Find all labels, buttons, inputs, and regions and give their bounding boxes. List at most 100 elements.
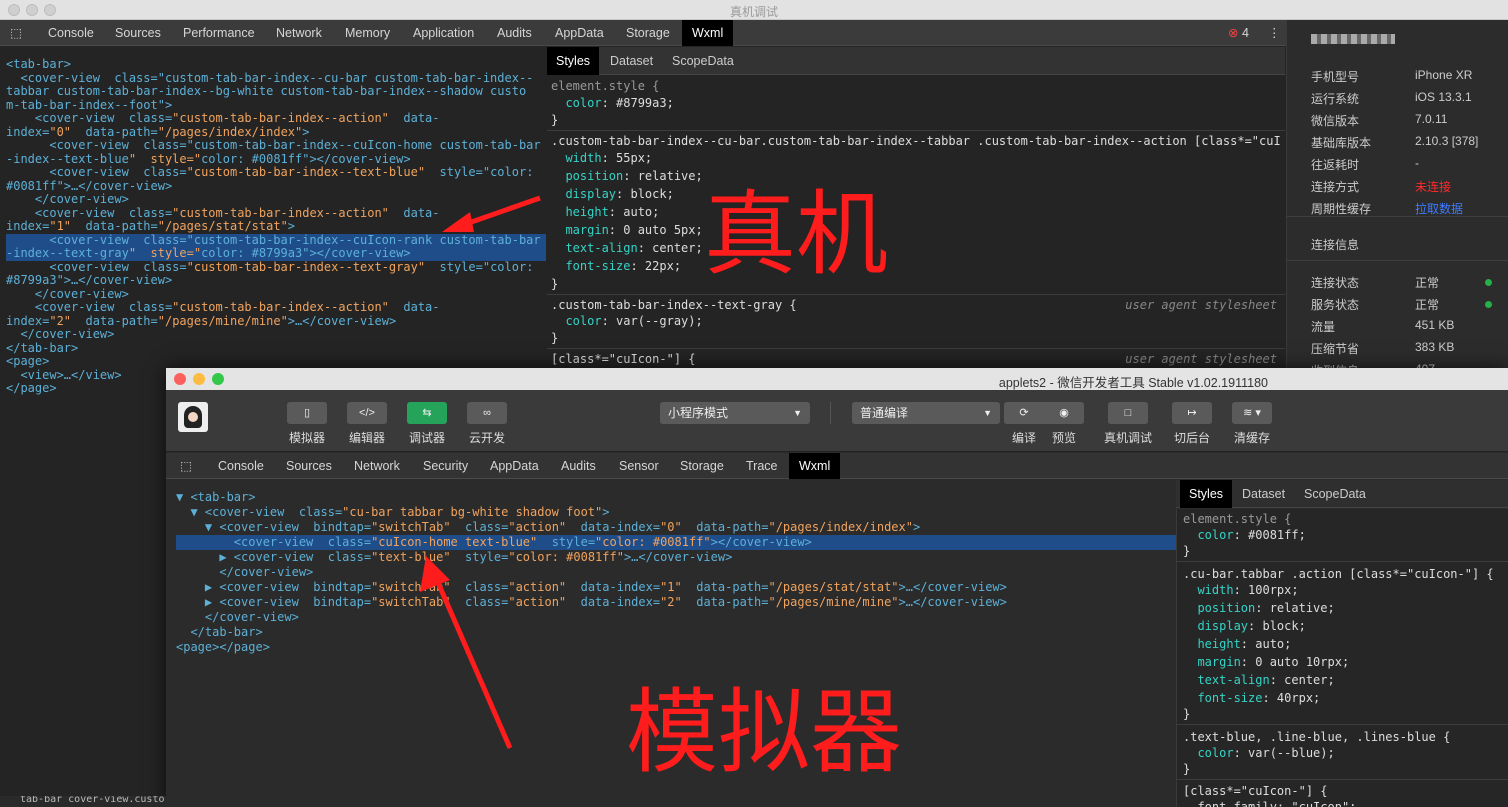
subtab-dataset[interactable]: Dataset <box>610 47 653 75</box>
tree-node[interactable]: -index--text-gray" style="color: #8799a3… <box>6 246 546 261</box>
avatar[interactable] <box>178 402 208 432</box>
tree-node[interactable]: <cover-view class="cuIcon-home text-blue… <box>176 535 1176 550</box>
eye-icon[interactable]: ◉ <box>1044 402 1084 424</box>
tab-appdata[interactable]: AppData <box>490 453 539 479</box>
tree-node[interactable]: <page></page> <box>176 640 1176 655</box>
tree-node[interactable]: <cover-view class="custom-tab-bar-index-… <box>6 300 546 315</box>
style-prop: height: auto; <box>1183 637 1292 651</box>
tree-node[interactable]: ▶ <cover-view class="text-blue" style="c… <box>176 550 1176 565</box>
breadcrumb: tab-bar cover-view.custo <box>20 796 165 805</box>
tree-node[interactable]: index="2" data-path="/pages/mine/mine">…… <box>6 314 546 329</box>
debugger-label: 调试器 <box>408 431 445 445</box>
tab-security[interactable]: Security <box>423 453 468 479</box>
tree-node[interactable]: <cover-view class="custom-tab-bar-index-… <box>6 260 546 275</box>
tab-console[interactable]: Console <box>48 20 94 46</box>
tree-node[interactable]: ▼ <cover-view class="cu-bar tabbar bg-wh… <box>176 505 1176 520</box>
inspect-icon[interactable]: ⬚ <box>6 20 26 46</box>
tree-node[interactable]: </tab-bar> <box>176 625 1176 640</box>
inspect-icon[interactable]: ⬚ <box>176 453 196 479</box>
style-rule-selector: .custom-tab-bar-index--cu-bar.custom-tab… <box>551 134 1281 148</box>
tab-performance[interactable]: Performance <box>183 20 255 46</box>
subtab-dataset[interactable]: Dataset <box>1242 480 1285 508</box>
background-button[interactable]: ↦ <box>1172 402 1212 424</box>
tab-audits[interactable]: Audits <box>561 453 596 479</box>
tab-network[interactable]: Network <box>276 20 322 46</box>
tab-storage[interactable]: Storage <box>680 453 724 479</box>
refresh-icon[interactable]: ⟳ <box>1004 402 1044 424</box>
tree-node[interactable]: tabbar custom-tab-bar-index--bg-white cu… <box>6 84 546 99</box>
device-info-value[interactable]: 拉取数据 <box>1415 200 1463 217</box>
masked-device-name <box>1311 34 1395 44</box>
editor-label: 编辑器 <box>348 431 385 445</box>
subtab-scopedata[interactable]: ScopeData <box>672 47 734 75</box>
tree-node[interactable]: <cover-view class="custom-tab-bar-index-… <box>6 71 546 86</box>
tab-wxml[interactable]: Wxml <box>789 453 841 479</box>
window-title: 真机调试 <box>729 5 778 19</box>
connection-info-key: 服务状态 <box>1311 298 1360 312</box>
tree-node[interactable]: m-tab-bar-index--foot"> <box>6 98 546 113</box>
mode-select[interactable]: 小程序模式 ▼ <box>660 402 810 424</box>
main-toolbar: ▯ 模拟器 </> 编辑器 ⇆ 调试器 ∞ 云开发 小程序模式 ▼ 普通编译 ▼ ⟳… <box>166 390 1508 452</box>
tree-node[interactable]: </cover-view> <box>6 287 546 302</box>
tab-storage[interactable]: Storage <box>626 20 670 46</box>
device-info-row: 运行系统 iOS 13.3.1 <box>1311 90 1472 107</box>
device-info-key: 微信版本 <box>1311 114 1360 128</box>
editor-button[interactable]: </> <box>347 402 387 424</box>
error-count: 4 <box>1242 26 1249 40</box>
tab-sources[interactable]: Sources <box>115 20 161 46</box>
real-debug-button[interactable]: □ <box>1108 402 1148 424</box>
tree-node[interactable]: </cover-view> <box>6 327 546 342</box>
rule-close: } <box>1183 762 1191 776</box>
tab-console[interactable]: Console <box>218 453 264 479</box>
style-prop: margin: 0 auto 10rpx; <box>1183 655 1350 669</box>
device-info-key: 周期性缓存 <box>1311 202 1372 216</box>
annotation-arrow-2 <box>420 556 513 749</box>
tab-trace[interactable]: Trace <box>746 453 778 479</box>
device-info-row: 基础库版本 2.10.3 [378] <box>1311 134 1478 151</box>
tree-node[interactable]: </cover-view> <box>176 565 1176 580</box>
tree-node[interactable]: index="0" data-path="/pages/index/index"… <box>6 125 546 140</box>
tab-audits[interactable]: Audits <box>497 20 532 46</box>
more-menu-icon[interactable]: ⋮ <box>1268 20 1281 46</box>
tree-node[interactable]: -index--text-blue" style="color: #0081ff… <box>6 152 546 167</box>
status-ok-icon <box>1485 279 1492 286</box>
user-agent-note: user agent stylesheet <box>1125 298 1277 312</box>
style-prop: width: 55px; <box>551 151 653 165</box>
tree-node[interactable]: ▼ <tab-bar> <box>176 490 1176 505</box>
tab-sensor[interactable]: Sensor <box>619 453 659 479</box>
tab-application[interactable]: Application <box>413 20 474 46</box>
tab-network[interactable]: Network <box>354 453 400 479</box>
tree-node[interactable]: </cover-view> <box>176 610 1176 625</box>
devtools-tabbar: ⬚ Console Sources Network Security AppDa… <box>166 453 1508 479</box>
connection-info-value: 451 KB <box>1415 318 1455 332</box>
tree-node[interactable]: ▼ <cover-view bindtap="switchTab" class=… <box>176 520 1176 535</box>
tree-node[interactable]: ▶ <cover-view bindtap="switchTab" class=… <box>176 580 1176 595</box>
device-info-row: 手机型号 iPhone XR <box>1311 68 1472 85</box>
compile-select[interactable]: 普通编译 ▼ <box>852 402 1000 424</box>
error-icon[interactable]: ⊗ <box>1228 20 1238 46</box>
tree-node[interactable]: <page> <box>6 354 546 369</box>
tree-node[interactable]: ▶ <cover-view bindtap="switchTab" class=… <box>176 595 1176 610</box>
tab-memory[interactable]: Memory <box>345 20 390 46</box>
subtab-styles[interactable]: Styles <box>547 47 600 75</box>
tree-node[interactable]: <tab-bar> <box>6 57 546 72</box>
clear-cache-button[interactable]: ≋ ▾ <box>1232 402 1272 424</box>
tree-node[interactable]: #8799a3">…</cover-view> <box>6 273 546 288</box>
tree-node[interactable]: <cover-view class="custom-tab-bar-index-… <box>6 165 546 180</box>
style-prop: width: 100rpx; <box>1183 583 1299 597</box>
subtab-styles[interactable]: Styles <box>1180 480 1233 508</box>
tab-wxml[interactable]: Wxml <box>682 20 734 46</box>
clear-cache-label: 清缓存 <box>1233 431 1270 445</box>
subtab-scopedata[interactable]: ScopeData <box>1304 480 1366 508</box>
tree-node[interactable]: </tab-bar> <box>6 341 546 356</box>
simulator-button[interactable]: ▯ <box>287 402 327 424</box>
connection-info-key: 流量 <box>1311 320 1336 334</box>
tab-sources[interactable]: Sources <box>286 453 332 479</box>
connection-info-row: 连接状态 正常 <box>1311 274 1439 291</box>
cloud-button[interactable]: ∞ <box>467 402 507 424</box>
debugger-button[interactable]: ⇆ <box>407 402 447 424</box>
tree-node[interactable]: <cover-view class="custom-tab-bar-index-… <box>6 138 546 153</box>
tab-appdata[interactable]: AppData <box>555 20 604 46</box>
window-titlebar: applets2 - 微信开发者工具 Stable v1.02.1911180 <box>166 368 1508 390</box>
tree-node[interactable]: <cover-view class="custom-tab-bar-index-… <box>6 111 546 126</box>
